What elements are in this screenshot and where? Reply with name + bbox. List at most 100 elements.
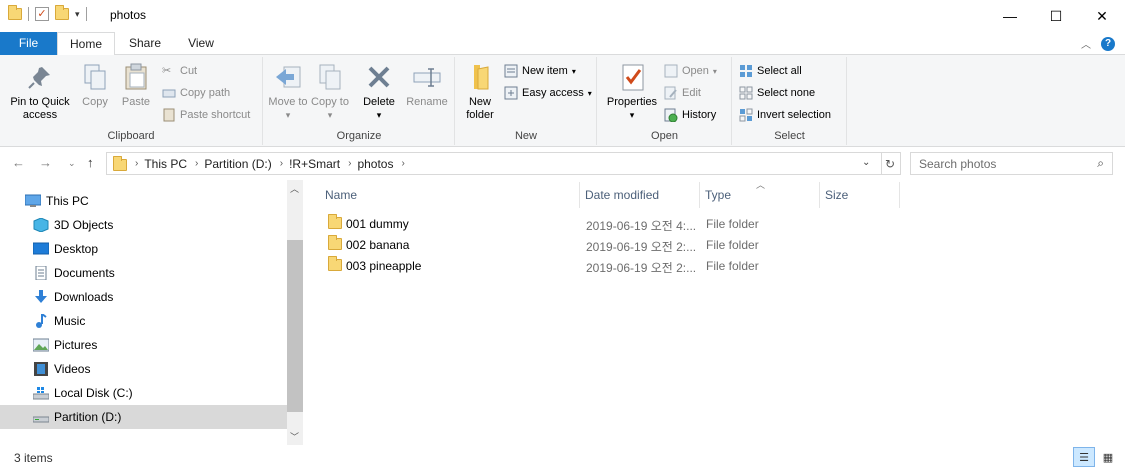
copy-path-label: Copy path	[180, 87, 231, 99]
properties-check-icon[interactable]: ✓	[35, 7, 49, 21]
customize-toolbar-dropdown-icon[interactable]: ▾	[75, 9, 80, 20]
column-date-modified[interactable]: Date modified	[580, 182, 700, 208]
table-row[interactable]: 002 banana 2019-06-19 오전 2:... File fold…	[320, 234, 770, 255]
nav-item-3d-objects[interactable]: 3D Objects	[0, 213, 287, 237]
properties-label: Properties	[606, 96, 658, 108]
open-group: Properties ▾ Open ▾ Edit History Open	[598, 57, 732, 145]
chevron-right-icon[interactable]: ›	[195, 158, 198, 169]
breadcrumb-this-pc[interactable]: This PC	[144, 157, 187, 171]
chevron-right-icon[interactable]: ›	[348, 158, 351, 169]
paste-shortcut-button[interactable]: Paste shortcut	[162, 105, 250, 125]
up-arrow-icon[interactable]: ↑	[87, 155, 94, 170]
copy-to-icon	[314, 61, 346, 93]
recent-locations-dropdown-icon[interactable]: ⌄	[68, 158, 76, 169]
nav-item-music[interactable]: Music	[0, 309, 287, 333]
rename-button[interactable]: Rename	[402, 61, 452, 109]
organize-group-label: Organize	[336, 130, 382, 142]
close-button[interactable]: ✕	[1079, 0, 1125, 32]
copy-label: Copy	[82, 96, 108, 108]
copy-path-icon	[162, 86, 176, 100]
invert-selection-label: Invert selection	[757, 109, 831, 121]
edit-button[interactable]: Edit	[664, 83, 701, 103]
address-bar[interactable]: › This PC › Partition (D:) › !R+Smart › …	[106, 152, 882, 175]
forward-arrow-icon[interactable]: →	[39, 155, 52, 170]
scroll-down-icon[interactable]: ﹀	[290, 430, 299, 443]
chevron-right-icon[interactable]: ›	[135, 158, 138, 169]
select-none-button[interactable]: Select none	[739, 83, 815, 103]
paste-shortcut-label: Paste shortcut	[180, 109, 251, 121]
search-icon[interactable]: ⌕	[1097, 156, 1104, 171]
select-none-label: Select none	[757, 87, 816, 99]
tab-home[interactable]: Home	[57, 32, 115, 56]
open-button[interactable]: Open ▾	[664, 61, 717, 81]
properties-button[interactable]: Properties ▾	[604, 61, 660, 122]
rename-icon	[411, 61, 443, 93]
column-name[interactable]: Name	[320, 182, 580, 208]
easy-access-button[interactable]: Easy access ▾	[504, 83, 592, 103]
refresh-button[interactable]: ↻	[880, 152, 901, 175]
details-view-icon[interactable]: ☰	[1073, 447, 1095, 467]
paste-button[interactable]: Paste	[116, 61, 156, 109]
nav-item-downloads[interactable]: Downloads	[0, 285, 287, 309]
large-icons-view-icon[interactable]: ▦	[1097, 447, 1119, 467]
nav-item-local-disk-c[interactable]: Local Disk (C:)	[0, 381, 287, 405]
tab-file[interactable]: File	[0, 32, 57, 55]
maximize-button[interactable]: ☐	[1033, 0, 1079, 32]
select-group-label: Select	[774, 130, 805, 142]
tab-share[interactable]: Share	[117, 32, 173, 55]
address-dropdown-icon[interactable]: ⌄	[862, 157, 870, 168]
new-item-button[interactable]: New item ▾	[504, 61, 576, 81]
column-size[interactable]: Size	[820, 182, 900, 208]
scissors-icon: ✂	[162, 65, 172, 77]
organize-group: Move to ▾ Copy to ▾ Delete ▾ Rename Organiz…	[264, 57, 455, 145]
search-box[interactable]: ⌕	[910, 152, 1113, 175]
file-list-header: Name Date modified Type Size	[320, 182, 902, 208]
scrollbar-thumb[interactable]	[287, 240, 303, 412]
nav-item-pictures[interactable]: Pictures	[0, 333, 287, 357]
invert-selection-icon	[739, 108, 753, 122]
nav-item-this-pc[interactable]: This PC	[0, 189, 287, 213]
nav-item-documents[interactable]: Documents	[0, 261, 287, 285]
nav-item-label: Documents	[54, 266, 115, 280]
select-group: Select all Select none Invert selection …	[733, 57, 847, 145]
copy-button[interactable]: Copy	[76, 61, 114, 109]
folder-icon[interactable]	[8, 5, 22, 20]
search-input[interactable]	[911, 153, 1086, 174]
drive-icon	[32, 410, 50, 424]
divider	[85, 7, 87, 21]
invert-selection-button[interactable]: Invert selection	[739, 105, 831, 125]
delete-button[interactable]: Delete ▾	[360, 61, 398, 122]
chevron-right-icon[interactable]: ›	[280, 158, 283, 169]
copy-path-button[interactable]: Copy path	[162, 83, 230, 103]
select-all-button[interactable]: Select all	[739, 61, 802, 81]
ribbon: Pin to Quick access Copy Paste ✂ Cut Cop…	[0, 55, 1125, 147]
chevron-right-icon[interactable]: ›	[401, 158, 404, 169]
minimize-button[interactable]: —	[987, 0, 1033, 32]
breadcrumb-r-smart[interactable]: !R+Smart	[289, 157, 340, 171]
nav-scrollbar[interactable]: ︿ ﹀	[287, 180, 303, 445]
help-icon[interactable]: ?	[1101, 36, 1115, 51]
easy-access-label: Easy access	[522, 87, 584, 99]
new-folder-icon[interactable]	[55, 5, 69, 20]
column-type[interactable]: Type	[700, 182, 820, 208]
back-arrow-icon[interactable]: ←	[12, 155, 25, 170]
breadcrumb-partition[interactable]: Partition (D:)	[204, 157, 271, 171]
pin-to-quick-access-button[interactable]: Pin to Quick access	[4, 61, 76, 122]
scroll-up-icon[interactable]: ︿	[290, 182, 299, 195]
cut-button[interactable]: ✂ Cut	[162, 61, 197, 81]
breadcrumb-photos[interactable]: photos	[357, 157, 393, 171]
collapse-ribbon-icon[interactable]: ︿	[1081, 36, 1091, 51]
tab-view[interactable]: View	[175, 32, 227, 55]
nav-item-partition-d[interactable]: Partition (D:)	[0, 405, 287, 429]
copy-to-button[interactable]: Copy to ▾	[310, 61, 350, 122]
new-folder-button[interactable]: New folder	[458, 61, 502, 122]
easy-access-icon	[504, 86, 518, 100]
open-group-label: Open	[651, 130, 678, 142]
pictures-icon	[32, 338, 50, 352]
table-row[interactable]: 001 dummy 2019-06-19 오전 4:... File folde…	[320, 213, 770, 234]
table-row[interactable]: 003 pineapple 2019-06-19 오전 2:... File f…	[320, 255, 770, 276]
nav-item-videos[interactable]: Videos	[0, 357, 287, 381]
history-button[interactable]: History	[664, 105, 716, 125]
move-to-button[interactable]: Move to ▾	[268, 61, 308, 122]
nav-item-desktop[interactable]: Desktop	[0, 237, 287, 261]
